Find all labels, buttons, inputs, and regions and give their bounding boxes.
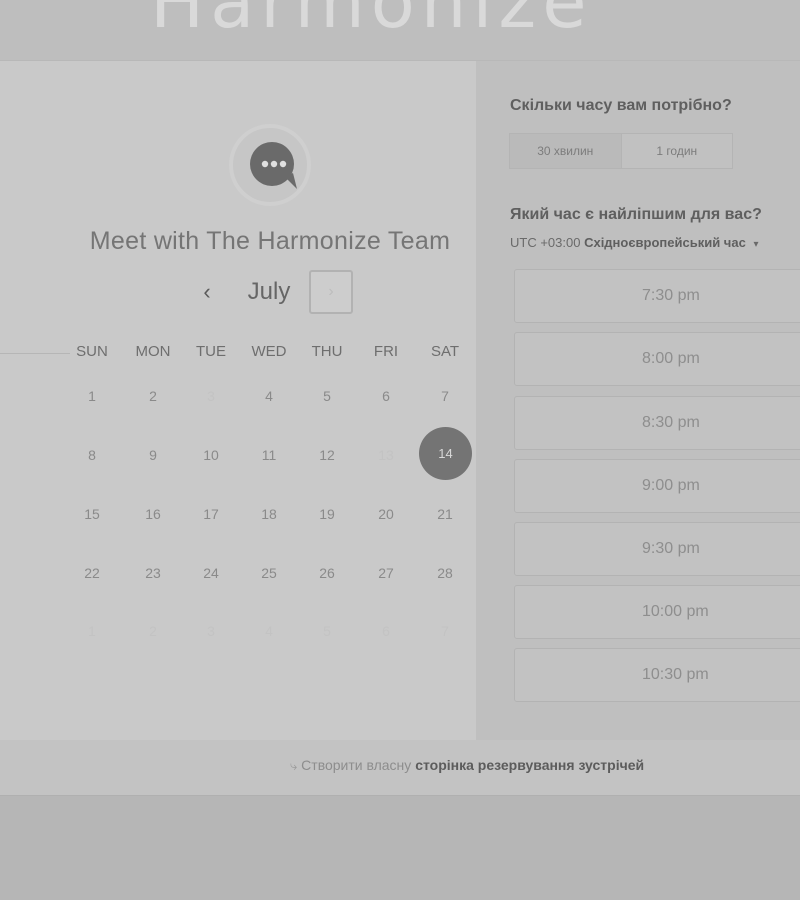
time-slot-button[interactable]: 9:30 pm	[514, 522, 800, 576]
chat-bubble-icon	[250, 142, 297, 189]
duration-question: Скільки часу вам потрібно?	[510, 97, 732, 114]
month-label: July	[247, 278, 291, 305]
duration-selector: 30 хвилин 1 годин	[509, 133, 733, 169]
time-slot-label: 8:00 pm	[642, 350, 700, 367]
page-background	[0, 796, 800, 900]
footer-link[interactable]: сторінка резервування зустрічей	[415, 757, 644, 773]
calendar-day: 2	[149, 623, 157, 639]
month-navigation: ‹ July ›	[0, 270, 540, 314]
calendar-day[interactable]: 6	[361, 371, 411, 421]
calendar-day: 4	[265, 623, 273, 639]
time-slot-label: 7:30 pm	[642, 287, 700, 304]
duration-option-1hour[interactable]: 1 годин	[622, 134, 733, 168]
calendar-day[interactable]: 2	[128, 371, 178, 421]
calendar-day[interactable]: 27	[361, 548, 411, 598]
calendar-day[interactable]: 5	[302, 371, 352, 421]
time-slot-label: 9:00 pm	[642, 477, 700, 494]
calendar-day[interactable]: 18	[244, 489, 294, 539]
calendar-day[interactable]: 22	[67, 548, 117, 598]
calendar-day[interactable]: 10	[186, 430, 236, 480]
weekday-thu: THU	[311, 343, 343, 360]
weekday-wed: WED	[251, 343, 287, 360]
calendar-day: 3	[207, 623, 215, 639]
page-title: Meet with The Harmonize Team	[89, 227, 451, 255]
time-question: Який час є найліпшим для вас?	[510, 206, 762, 223]
calendar-day[interactable]: 16	[128, 489, 178, 539]
calendar-day[interactable]: 17	[186, 489, 236, 539]
footer-prefix: Створити власну	[301, 757, 412, 773]
calendar-day[interactable]: 24	[186, 548, 236, 598]
brand-logo: Harmonize	[150, 0, 593, 44]
divider	[0, 353, 70, 354]
calendar-day[interactable]: 4	[244, 371, 294, 421]
header: Harmonize	[0, 0, 800, 60]
calendar-day: 13	[378, 447, 394, 463]
calendar-day[interactable]: 15	[67, 489, 117, 539]
calendar-day: 7	[441, 623, 449, 639]
time-slot-button[interactable]: 8:00 pm	[514, 332, 800, 386]
time-slot-button[interactable]: 10:00 pm	[514, 585, 800, 639]
timezone-offset: UTC +03:00	[510, 235, 581, 250]
calendar-day[interactable]: 8	[67, 430, 117, 480]
time-slot-label: 8:30 pm	[642, 414, 700, 431]
next-month-button[interactable]: ›	[309, 270, 353, 314]
time-slot-button[interactable]: 7:30 pm	[514, 269, 800, 323]
calendar-day[interactable]: 7	[420, 371, 470, 421]
footer-create-link[interactable]: ⤷ Створити власну сторінка резервування …	[290, 757, 644, 774]
calendar-day[interactable]: 1	[67, 371, 117, 421]
scheduler-icon: ⤷	[290, 758, 298, 773]
calendar-day[interactable]: 21	[420, 489, 470, 539]
time-slot-label: 10:30 pm	[642, 666, 709, 683]
calendar-day[interactable]: 25	[244, 548, 294, 598]
calendar-day: 1	[88, 623, 96, 639]
timezone-select[interactable]: UTC +03:00 Східноєвропейський час ▾	[510, 235, 758, 250]
time-slot-label: 9:30 pm	[642, 540, 700, 557]
timezone-name: Східноєвропейський час	[584, 235, 746, 250]
weekday-sun: SUN	[76, 343, 108, 360]
calendar-day[interactable]: 20	[361, 489, 411, 539]
time-slot-button[interactable]: 10:30 pm	[514, 648, 800, 702]
calendar-day[interactable]: 26	[302, 548, 352, 598]
calendar-day: 3	[207, 388, 215, 404]
calendar-day[interactable]: 28	[420, 548, 470, 598]
calendar-day[interactable]: 19	[302, 489, 352, 539]
weekday-sat: SAT	[430, 343, 460, 360]
calendar-day[interactable]: 23	[128, 548, 178, 598]
calendar-day[interactable]: 12	[302, 430, 352, 480]
time-slot-label: 10:00 pm	[642, 603, 709, 620]
calendar-day: 5	[323, 623, 331, 639]
weekday-tue: TUE	[196, 343, 226, 360]
selected-day[interactable]: 14	[419, 427, 472, 480]
time-slot-button[interactable]: 8:30 pm	[514, 396, 800, 450]
time-slot-button[interactable]: 9:00 pm	[514, 459, 800, 513]
prev-month-button[interactable]: ‹	[194, 276, 220, 308]
chevron-down-icon: ▾	[753, 239, 759, 250]
calendar-day[interactable]: 9	[128, 430, 178, 480]
weekday-mon: MON	[135, 343, 171, 360]
calendar-day: 6	[382, 623, 390, 639]
duration-option-30min[interactable]: 30 хвилин	[510, 134, 622, 168]
calendar-day[interactable]: 11	[244, 430, 294, 480]
weekday-fri: FRI	[373, 343, 399, 360]
